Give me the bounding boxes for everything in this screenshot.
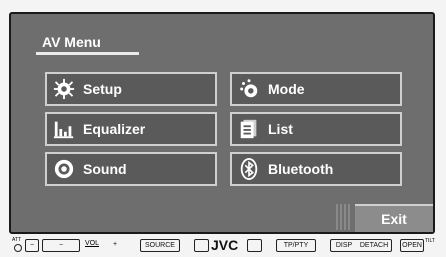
sound-button[interactable]: Sound xyxy=(45,152,217,186)
exit-strip-decoration xyxy=(336,204,352,230)
detach-button[interactable]: DETACH xyxy=(357,239,392,252)
source-button[interactable]: SOURCE xyxy=(140,239,180,252)
equalizer-icon xyxy=(53,118,75,140)
list-button[interactable]: List xyxy=(230,112,402,146)
power-att-button[interactable] xyxy=(14,244,22,252)
exit-button[interactable]: Exit xyxy=(355,204,433,232)
right-button[interactable] xyxy=(247,239,262,252)
sound-label: Sound xyxy=(83,161,127,177)
sound-icon xyxy=(53,158,75,180)
bluetooth-icon xyxy=(238,158,260,180)
title-underline xyxy=(36,52,139,55)
page-title: AV Menu xyxy=(42,34,101,50)
tilt-label: TILT xyxy=(425,238,435,244)
setup-button[interactable]: Setup xyxy=(45,72,217,106)
left-button[interactable] xyxy=(194,239,209,252)
list-label: List xyxy=(268,121,293,137)
mode-icon xyxy=(238,78,260,100)
minus-button[interactable]: − xyxy=(25,239,39,252)
bluetooth-button[interactable]: Bluetooth xyxy=(230,152,402,186)
setup-label: Setup xyxy=(83,81,122,97)
equalizer-label: Equalizer xyxy=(83,121,146,137)
hardware-button-row: ATT − − VOL + SOURCE JVC TP/PTY DISP DET… xyxy=(0,236,446,257)
vol-label: VOL xyxy=(85,240,100,247)
vol-down-button[interactable]: − xyxy=(42,239,80,252)
att-label: ATT xyxy=(12,237,22,243)
equalizer-button[interactable]: Equalizer xyxy=(45,112,217,146)
disp-button[interactable]: DISP xyxy=(330,239,357,252)
vol-up-button[interactable]: + xyxy=(107,239,123,250)
bluetooth-label: Bluetooth xyxy=(268,161,334,177)
open-button[interactable]: OPEN xyxy=(400,239,424,252)
tp-pty-button[interactable]: TP/PTY xyxy=(276,239,316,252)
mode-label: Mode xyxy=(268,81,305,97)
mode-button[interactable]: Mode xyxy=(230,72,402,106)
brand-logo: JVC xyxy=(211,237,239,253)
gear-icon xyxy=(53,78,75,100)
list-icon xyxy=(238,118,260,140)
